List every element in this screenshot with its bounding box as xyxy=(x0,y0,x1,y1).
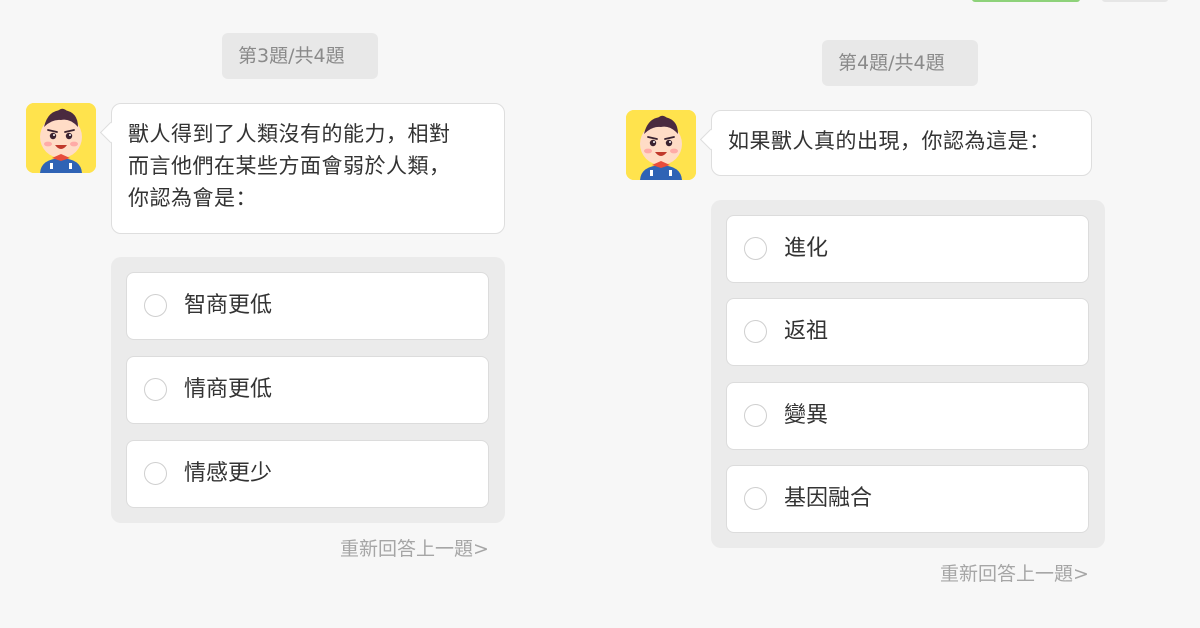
answer-options: 進化 返祖 變異 基因融合 xyxy=(711,200,1105,548)
option-1[interactable]: 智商更低 xyxy=(126,272,489,340)
boy-mascot-icon xyxy=(26,103,96,173)
question-bubble: 獸人得到了人類沒有的能力，相對 而言他們在某些方面會弱於人類， 你認為會是： xyxy=(99,103,505,234)
redo-previous-link[interactable]: 重新回答上一題> xyxy=(340,534,489,561)
option-label: 基因融合 xyxy=(784,486,873,511)
radio-button[interactable] xyxy=(744,404,767,427)
bubble-tail xyxy=(699,128,722,151)
radio-button[interactable] xyxy=(144,294,167,317)
option-label: 變異 xyxy=(784,403,829,428)
option-4[interactable]: 基因融合 xyxy=(726,465,1089,533)
boy-mascot-icon xyxy=(626,110,696,180)
radio-button[interactable] xyxy=(744,320,767,343)
question-bubble: 如果獸人真的出現，你認為這是： xyxy=(699,110,1092,176)
question-counter: 第3題/共4題 xyxy=(222,33,378,79)
option-2[interactable]: 情商更低 xyxy=(126,356,489,424)
question-panel-4: 第4題/共4題 如果獸人真的出現，你認為這是： 進化 返祖 變異 基因融合 xyxy=(600,0,1120,628)
option-3[interactable]: 變異 xyxy=(726,382,1089,450)
radio-button[interactable] xyxy=(744,237,767,260)
option-3[interactable]: 情感更少 xyxy=(126,440,489,508)
question-text: 獸人得到了人類沒有的能力，相對 而言他們在某些方面會弱於人類， 你認為會是： xyxy=(128,122,451,210)
option-label: 進化 xyxy=(784,236,829,261)
question-counter: 第4題/共4題 xyxy=(822,40,978,86)
option-2[interactable]: 返祖 xyxy=(726,298,1089,366)
radio-button[interactable] xyxy=(144,378,167,401)
option-label: 返祖 xyxy=(784,319,829,344)
redo-previous-link[interactable]: 重新回答上一題> xyxy=(940,559,1089,586)
bubble-tail xyxy=(99,121,122,144)
radio-button[interactable] xyxy=(744,487,767,510)
option-label: 智商更低 xyxy=(184,293,273,318)
answer-options: 智商更低 情商更低 情感更少 xyxy=(111,257,505,523)
question-text: 如果獸人真的出現，你認為這是： xyxy=(728,129,1051,153)
option-label: 情商更低 xyxy=(184,377,273,402)
radio-button[interactable] xyxy=(144,462,167,485)
option-label: 情感更少 xyxy=(184,461,273,486)
option-1[interactable]: 進化 xyxy=(726,215,1089,283)
